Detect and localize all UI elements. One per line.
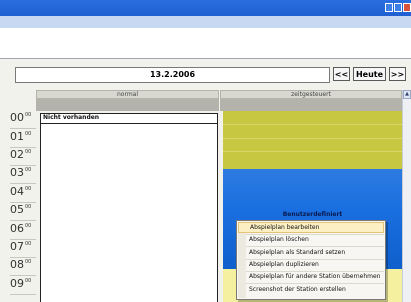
window-controls xyxy=(385,3,411,12)
hour-divider xyxy=(10,128,36,129)
menu-item-delete[interactable]: Abspielplan löschen xyxy=(238,234,384,245)
timed-block-olive[interactable] xyxy=(223,111,402,169)
vertical-scrollbar[interactable]: ▲ xyxy=(402,90,411,302)
minute-value: 00 xyxy=(25,149,32,155)
header-area xyxy=(0,28,411,59)
hour-divider xyxy=(10,294,36,295)
hour-value: 03 xyxy=(10,166,24,179)
hour-label: 0700 xyxy=(10,240,31,253)
minute-value: 00 xyxy=(25,259,32,265)
window-titlebar xyxy=(0,0,411,16)
minute-value: 00 xyxy=(25,204,32,210)
hour-label: 0600 xyxy=(10,222,31,235)
olive-gridline xyxy=(223,138,402,139)
hour-label: 0400 xyxy=(10,185,31,198)
maximize-icon[interactable] xyxy=(394,3,402,12)
hour-value: 04 xyxy=(10,185,24,198)
scroll-up-icon[interactable]: ▲ xyxy=(403,90,411,99)
hour-value: 01 xyxy=(10,130,24,143)
hour-divider xyxy=(10,220,36,221)
minute-value: 00 xyxy=(25,167,32,173)
hour-label: 0100 xyxy=(10,130,31,143)
entry-divider xyxy=(41,123,217,124)
hour-value: 00 xyxy=(10,111,24,124)
minute-value: 00 xyxy=(25,112,32,118)
olive-gridline xyxy=(223,151,402,152)
date-field[interactable]: 13.2.2006 xyxy=(15,67,330,83)
hour-label: 0800 xyxy=(10,258,31,271)
olive-gridline xyxy=(223,124,402,125)
hour-value: 05 xyxy=(10,203,24,216)
menu-item-set-default[interactable]: Abspielplan als Standard setzen xyxy=(238,247,384,258)
hour-value: 09 xyxy=(10,277,24,290)
column-header-zeitgesteuert: zeitgesteuert xyxy=(220,90,402,99)
hour-label: 0200 xyxy=(10,148,31,161)
entry-label: Nicht vorhanden xyxy=(43,114,100,121)
zeitgesteuert-header-band xyxy=(220,99,402,111)
hour-divider xyxy=(10,183,36,184)
minute-value: 00 xyxy=(25,131,32,137)
minute-value: 00 xyxy=(25,186,32,192)
minimize-icon[interactable] xyxy=(385,3,393,12)
hour-label: 0900 xyxy=(10,277,31,290)
next-day-button[interactable]: >> xyxy=(389,67,406,81)
previous-day-button[interactable]: << xyxy=(333,67,350,81)
hour-label: 0000 xyxy=(10,111,31,124)
context-menu: Abspielplan bearbeiten Abspielplan lösch… xyxy=(236,220,386,300)
hour-value: 06 xyxy=(10,222,24,235)
close-icon[interactable] xyxy=(403,3,411,12)
hour-value: 08 xyxy=(10,258,24,271)
hour-label: 0500 xyxy=(10,203,31,216)
column-header-normal: normal xyxy=(36,90,219,99)
hour-value: 07 xyxy=(10,240,24,253)
custom-block-label: Benutzerdefiniert xyxy=(282,211,343,218)
today-button[interactable]: Heute xyxy=(353,67,386,81)
hour-label: 0300 xyxy=(10,166,31,179)
hour-divider xyxy=(10,275,36,276)
menu-item-screenshot[interactable]: Screenshot der Station erstellen xyxy=(238,284,384,295)
normal-header-band xyxy=(36,99,219,111)
menu-item-copy-to-station[interactable]: Abspielplan für andere Station übernehme… xyxy=(238,271,384,282)
menu-item-edit[interactable]: Abspielplan bearbeiten xyxy=(238,222,384,233)
menu-item-duplicate[interactable]: Abspielplan duplizieren xyxy=(238,259,384,270)
minute-value: 00 xyxy=(25,241,32,247)
minute-value: 00 xyxy=(25,223,32,229)
minute-value: 00 xyxy=(25,278,32,284)
normal-schedule-entry[interactable]: Nicht vorhanden xyxy=(40,113,218,302)
hour-value: 02 xyxy=(10,148,24,161)
